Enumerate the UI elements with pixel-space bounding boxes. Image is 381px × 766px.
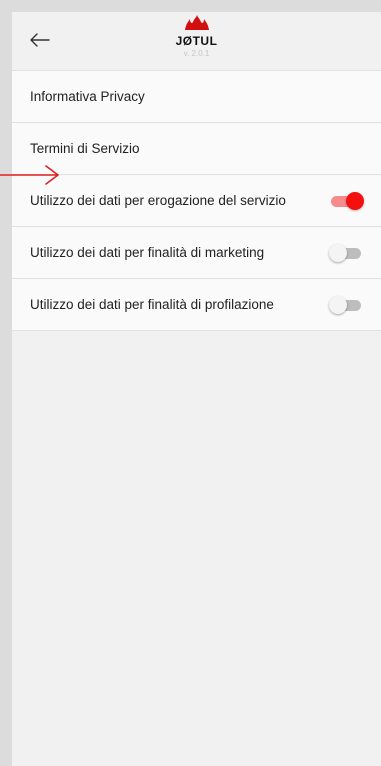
- list-item-label: Informativa Privacy: [30, 89, 145, 104]
- toggle-finalita-profilazione[interactable]: [329, 295, 363, 314]
- brand-logo: JØTUL v. 2.0.1: [157, 15, 237, 58]
- back-button[interactable]: [28, 28, 52, 52]
- toggle-thumb: [329, 243, 347, 262]
- annotation-arrow-icon: [0, 165, 59, 185]
- list-item-label: Utilizzo dei dati per finalità di market…: [30, 245, 265, 260]
- list-item-label: Termini di Servizio: [30, 141, 140, 156]
- flame-icon: [184, 15, 209, 30]
- toggle-finalita-marketing[interactable]: [329, 243, 363, 262]
- app-screen: JØTUL v. 2.0.1 Informativa Privacy Termi…: [12, 12, 381, 766]
- toggle-thumb: [346, 191, 364, 210]
- list-item-erogazione-servizio: Utilizzo dei dati per erogazione del ser…: [12, 175, 381, 227]
- app-bar: JØTUL v. 2.0.1: [12, 12, 381, 71]
- list-item-informativa-privacy[interactable]: Informativa Privacy: [12, 71, 381, 123]
- toggle-thumb: [329, 295, 347, 314]
- list-item-termini-servizio[interactable]: Termini di Servizio: [12, 123, 381, 175]
- list-item-finalita-marketing: Utilizzo dei dati per finalità di market…: [12, 227, 381, 279]
- brand-wordmark: JØTUL: [175, 34, 218, 48]
- arrow-left-icon: [30, 33, 50, 47]
- list-item-label: Utilizzo dei dati per finalità di profil…: [30, 297, 274, 312]
- privacy-settings-list: Informativa Privacy Termini di Servizio …: [12, 71, 381, 331]
- app-version: v. 2.0.1: [183, 49, 210, 58]
- list-item-label: Utilizzo dei dati per erogazione del ser…: [30, 193, 286, 208]
- list-item-finalita-profilazione: Utilizzo dei dati per finalità di profil…: [12, 279, 381, 331]
- toggle-erogazione-servizio[interactable]: [329, 191, 364, 210]
